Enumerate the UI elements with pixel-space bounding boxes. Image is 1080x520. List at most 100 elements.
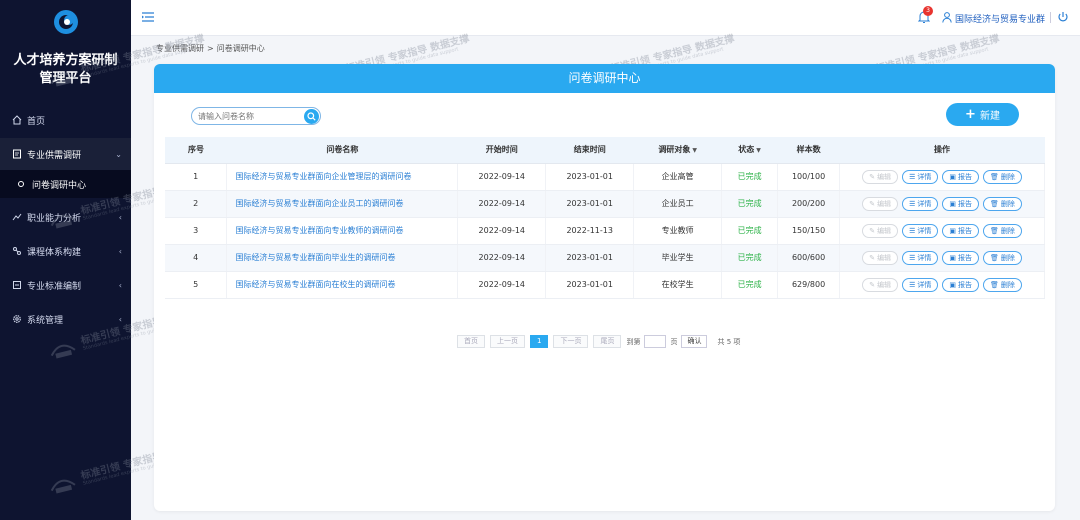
cell-name[interactable]: 国际经济与贸易专业群面向企业管理层的调研问卷	[226, 163, 459, 191]
cell-samples: 629/800	[777, 271, 841, 299]
chevron-left-icon: ‹	[118, 315, 122, 324]
report-button[interactable]: ▣ 报告	[942, 169, 979, 184]
delete-button-label: 删除	[1000, 253, 1015, 262]
user-name[interactable]: 国际经济与贸易专业群	[955, 12, 1045, 25]
sidebar-item-standard-compile[interactable]: 专业标准编制 ‹	[0, 269, 131, 301]
delete-button[interactable]: 🗑 删除	[982, 250, 1022, 265]
delete-button[interactable]: 🗑 删除	[982, 223, 1022, 238]
delete-button[interactable]: 🗑 删除	[982, 277, 1022, 292]
cell-name[interactable]: 国际经济与贸易专业群面向企业员工的调研问卷	[226, 190, 459, 218]
last-page-button[interactable]: 尾页	[593, 335, 622, 348]
report-button[interactable]: ▣ 报告	[942, 277, 979, 292]
cell-target: 毕业学生	[633, 244, 723, 272]
cell-status: 已完成	[721, 217, 779, 245]
detail-button[interactable]: ☰ 详情	[902, 223, 939, 238]
report-button[interactable]: ▣ 报告	[942, 196, 979, 211]
trash-icon: 🗑	[989, 253, 999, 262]
delete-button[interactable]: 🗑 删除	[982, 169, 1022, 184]
user-icon	[942, 12, 952, 23]
list-icon: ☰	[909, 172, 916, 181]
edit-button[interactable]: ✎ 编辑	[862, 196, 899, 211]
goto-page-input[interactable]	[644, 335, 667, 348]
cell-status: 已完成	[721, 244, 779, 272]
sidebar-item-questionnaire-center[interactable]: 问卷调研中心	[0, 170, 131, 198]
delete-button-label: 删除	[1000, 172, 1015, 181]
cell-actions: ✎ 编辑 ☰ 详情 ▣ 报告 🗑 删除	[839, 190, 1045, 218]
cell-target: 在校学生	[633, 271, 723, 299]
sort-down-icon: ▼	[756, 147, 761, 155]
sidebar-item-label: 专业供需调研	[27, 150, 82, 161]
detail-button[interactable]: ☰ 详情	[902, 250, 939, 265]
divider	[1050, 12, 1051, 23]
chevron-left-icon: ‹	[118, 281, 122, 290]
detail-button[interactable]: ☰ 详情	[902, 277, 939, 292]
sort-down-icon: ▼	[692, 147, 697, 155]
confirm-button[interactable]: 确认	[681, 335, 708, 348]
cell-start: 2022-09-14	[457, 163, 547, 191]
next-page-button[interactable]: 下一页	[553, 335, 589, 348]
breadcrumb-parent[interactable]: 专业供需调研	[156, 44, 204, 53]
edit-button-label: 编辑	[877, 172, 892, 181]
plus-icon: +	[965, 107, 976, 122]
cell-actions: ✎ 编辑 ☰ 详情 ▣ 报告 🗑 删除	[839, 244, 1045, 272]
sidebar-item-label: 专业标准编制	[27, 281, 82, 292]
cell-name[interactable]: 国际经济与贸易专业群面向专业教师的调研问卷	[226, 217, 459, 245]
page-number-button[interactable]: 1	[530, 335, 549, 348]
edit-button-label: 编辑	[877, 253, 892, 262]
detail-button[interactable]: ☰ 详情	[902, 196, 939, 211]
table-row: 1 国际经济与贸易专业群面向企业管理层的调研问卷 2022-09-14 2023-01…	[165, 163, 1045, 191]
cell-name[interactable]: 国际经济与贸易专业群面向在校生的调研问卷	[226, 271, 459, 299]
survey-icon	[12, 149, 22, 159]
column-header: 序号	[165, 137, 227, 164]
column-header-sortable[interactable]: 状态 ▼	[721, 137, 778, 164]
list-icon: ☰	[909, 253, 916, 262]
cell-start: 2022-09-14	[457, 217, 547, 245]
gear-icon	[12, 314, 22, 324]
detail-button[interactable]: ☰ 详情	[902, 169, 939, 184]
app-title-line1: 人才培养方案研制	[13, 53, 118, 68]
cell-no: 4	[165, 244, 228, 272]
new-button[interactable]: + 新建	[946, 103, 1019, 126]
standard-icon	[12, 280, 22, 290]
table-row: 5 国际经济与贸易专业群面向在校生的调研问卷 2022-09-14 2023-01-0…	[165, 271, 1045, 299]
sidebar-item-course-system[interactable]: 课程体系构建 ‹	[0, 235, 131, 267]
cell-end: 2023-01-01	[545, 190, 635, 218]
analysis-icon	[12, 212, 22, 222]
search-button[interactable]	[304, 109, 319, 124]
notification-badge: 3	[923, 6, 933, 16]
home-icon	[12, 115, 22, 125]
sidebar-item-ability-analysis[interactable]: 职业能力分析 ‹	[0, 201, 131, 233]
delete-button[interactable]: 🗑 删除	[982, 196, 1022, 211]
edit-button[interactable]: ✎ 编辑	[862, 250, 899, 265]
column-header: 问卷名称	[226, 137, 458, 164]
edit-button[interactable]: ✎ 编辑	[862, 223, 899, 238]
menu-toggle-icon[interactable]	[142, 12, 154, 22]
cell-end: 2023-01-01	[545, 244, 635, 272]
prev-page-button[interactable]: 上一页	[490, 335, 525, 348]
power-icon[interactable]	[1057, 11, 1069, 23]
detail-button-label: 详情	[917, 199, 932, 208]
trash-icon: 🗑	[989, 280, 999, 289]
cell-samples: 150/150	[777, 217, 841, 245]
chevron-left-icon: ‹	[118, 213, 122, 222]
cell-name[interactable]: 国际经济与贸易专业群面向毕业生的调研问卷	[226, 244, 459, 272]
column-header-sortable[interactable]: 调研对象 ▼	[633, 137, 722, 164]
sidebar-item-label: 课程体系构建	[27, 247, 82, 258]
edit-button[interactable]: ✎ 编辑	[862, 277, 899, 292]
report-button[interactable]: ▣ 报告	[942, 223, 979, 238]
report-button[interactable]: ▣ 报告	[942, 250, 979, 265]
sidebar-item-home[interactable]: 首页	[0, 104, 131, 136]
cell-end: 2022-11-13	[545, 217, 635, 245]
edit-icon: ✎	[869, 280, 876, 289]
edit-icon: ✎	[869, 172, 876, 181]
list-icon: ☰	[909, 226, 916, 235]
table-row: 2 国际经济与贸易专业群面向企业员工的调研问卷 2022-09-14 2023-01-…	[165, 190, 1045, 218]
cell-start: 2022-09-14	[457, 244, 547, 272]
sidebar-item-system-management[interactable]: 系统管理 ‹	[0, 303, 131, 335]
sidebar-item-survey[interactable]: 专业供需调研 ⌄	[0, 138, 131, 170]
first-page-button[interactable]: 首页	[457, 335, 485, 348]
edit-icon: ✎	[869, 199, 876, 208]
edit-button[interactable]: ✎ 编辑	[862, 169, 899, 184]
search-input[interactable]	[198, 110, 298, 123]
cell-start: 2022-09-14	[457, 271, 547, 299]
